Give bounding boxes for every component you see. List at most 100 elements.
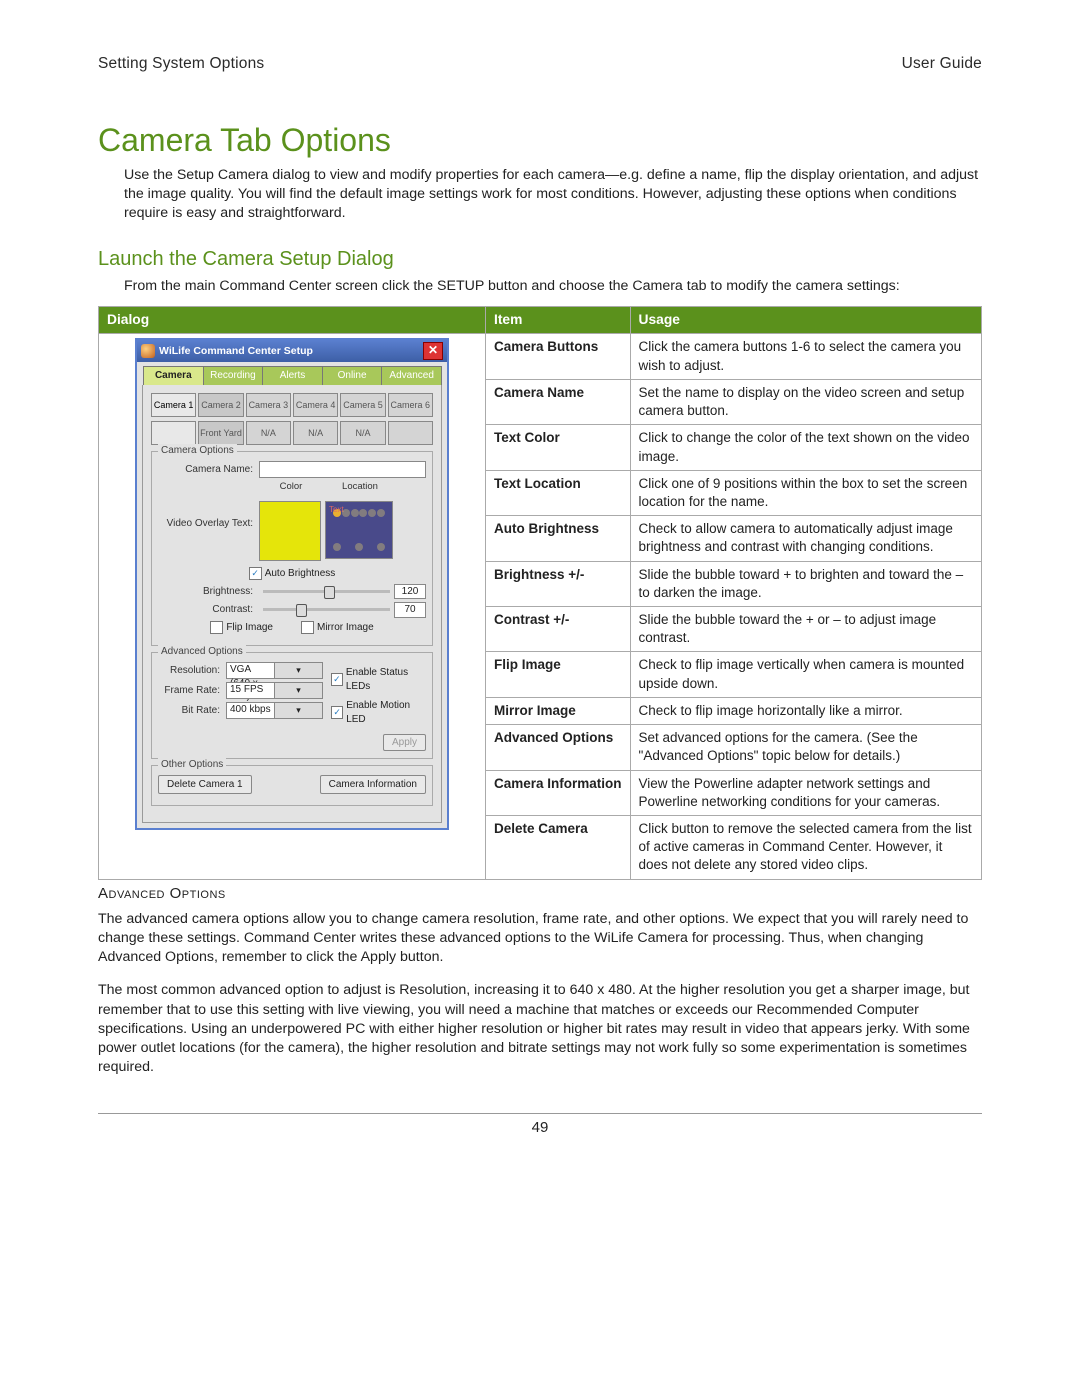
table-row: Check to flip image horizontally like a … xyxy=(630,697,981,724)
table-row: Click button to remove the selected came… xyxy=(630,816,981,880)
table-row: Slide the bubble toward + to brighten an… xyxy=(630,561,981,606)
delete-camera-button[interactable]: Delete Camera 1 xyxy=(158,775,252,795)
table-row: Flip Image xyxy=(486,652,631,697)
header-left: Setting System Options xyxy=(98,54,264,75)
auto-brightness-check[interactable]: ✓ Auto Brightness xyxy=(249,567,336,581)
camera-name-label: Camera Name: xyxy=(158,463,259,477)
reference-table: Dialog Item Usage WiLife Command Center … xyxy=(98,306,982,880)
table-row: Text Location xyxy=(486,470,631,515)
th-item: Item xyxy=(486,306,631,334)
framerate-label: Frame Rate: xyxy=(158,684,226,698)
overlay-text-label: Video Overlay Text: xyxy=(158,497,259,531)
camera-options-legend: Camera Options xyxy=(158,444,237,458)
table-row: Slide the bubble toward the + or – to ad… xyxy=(630,607,981,652)
text-color-picker[interactable] xyxy=(259,501,321,561)
launch-paragraph: From the main Command Center screen clic… xyxy=(124,277,982,296)
contrast-slider[interactable] xyxy=(263,608,390,611)
camera-btn-3[interactable]: Camera 3 xyxy=(246,393,291,417)
enable-motion-led-label: Enable Motion LED xyxy=(346,699,426,726)
chevron-down-icon: ▾ xyxy=(274,683,322,698)
table-row: Text Color xyxy=(486,425,631,470)
chevron-down-icon: ▾ xyxy=(274,703,322,718)
table-row: Click one of 9 positions within the box … xyxy=(630,470,981,515)
camera-sub-2: Front Yard xyxy=(198,421,243,445)
table-row: Set advanced options for the camera. (Se… xyxy=(630,725,981,770)
bitrate-label: Bit Rate: xyxy=(158,704,226,718)
tab-camera[interactable]: Camera xyxy=(143,366,204,385)
camera-sub-6 xyxy=(388,421,433,445)
mirror-image-check[interactable]: Mirror Image xyxy=(301,621,374,635)
other-options-fieldset: Other Options Delete Camera 1 Camera Inf… xyxy=(151,765,433,807)
camera-btn-6[interactable]: Camera 6 xyxy=(388,393,433,417)
contrast-label: Contrast: xyxy=(158,603,259,617)
checkbox-icon xyxy=(210,621,223,634)
checkbox-icon: ✓ xyxy=(331,706,343,719)
advanced-options-p1: The advanced camera options allow you to… xyxy=(98,910,982,968)
camera-sub-1 xyxy=(151,421,196,445)
checkbox-icon: ✓ xyxy=(331,673,343,686)
table-row: Contrast +/- xyxy=(486,607,631,652)
location-header: Location xyxy=(324,481,396,494)
enable-status-leds-check[interactable]: ✓Enable Status LEDs xyxy=(331,666,426,693)
contrast-value: 70 xyxy=(394,602,426,618)
bitrate-dropdown[interactable]: 400 kbps▾ xyxy=(226,702,323,719)
table-row: Check to flip image vertically when came… xyxy=(630,652,981,697)
camera-btn-5[interactable]: Camera 5 xyxy=(340,393,385,417)
tab-recording[interactable]: Recording xyxy=(203,366,264,385)
table-row: Camera Name xyxy=(486,379,631,424)
auto-brightness-label: Auto Brightness xyxy=(265,567,336,581)
th-dialog: Dialog xyxy=(99,306,486,334)
dialog-titlebar: WiLife Command Center Setup ✕ xyxy=(137,340,447,362)
table-row: Delete Camera xyxy=(486,816,631,880)
close-icon[interactable]: ✕ xyxy=(423,342,443,360)
advanced-options-p2: The most common advanced option to adjus… xyxy=(98,981,982,1077)
page-title: Camera Tab Options xyxy=(98,119,982,162)
table-row: Set the name to display on the video scr… xyxy=(630,379,981,424)
camera-options-fieldset: Camera Options Camera Name: Color Locati… xyxy=(151,451,433,646)
apply-button[interactable]: Apply xyxy=(383,734,426,751)
section-launch-title: Launch the Camera Setup Dialog xyxy=(98,246,982,273)
dialog-window: WiLife Command Center Setup ✕ Camera Rec… xyxy=(135,338,449,830)
page-number: 49 xyxy=(532,1119,549,1136)
camera-sub-5: N/A xyxy=(340,421,385,445)
tab-alerts[interactable]: Alerts xyxy=(262,366,323,385)
tab-online[interactable]: Online xyxy=(322,366,383,385)
color-header: Color xyxy=(258,481,324,494)
table-row: View the Powerline adapter network setti… xyxy=(630,770,981,815)
header-right: User Guide xyxy=(902,54,982,75)
intro-paragraph: Use the Setup Camera dialog to view and … xyxy=(124,166,982,224)
advanced-options-fieldset: Advanced Options Resolution: VGA (640 x … xyxy=(151,652,433,759)
chevron-down-icon: ▾ xyxy=(274,663,322,678)
framerate-dropdown[interactable]: 15 FPS▾ xyxy=(226,682,323,699)
flip-image-check[interactable]: Flip Image xyxy=(210,621,273,635)
th-usage: Usage xyxy=(630,306,981,334)
camera-btn-1[interactable]: Camera 1 xyxy=(151,393,196,417)
camera-sub-4: N/A xyxy=(293,421,338,445)
table-row: Brightness +/- xyxy=(486,561,631,606)
checkbox-icon xyxy=(301,621,314,634)
brightness-label: Brightness: xyxy=(158,585,259,599)
dialog-title: WiLife Command Center Setup xyxy=(159,344,313,358)
advanced-options-heading: Advanced Options xyxy=(98,884,982,904)
camera-information-button[interactable]: Camera Information xyxy=(320,775,426,795)
text-location-picker[interactable]: Text xyxy=(325,501,393,559)
resolution-dropdown[interactable]: VGA (640 x 480)▾ xyxy=(226,662,323,679)
camera-name-input[interactable] xyxy=(259,461,426,478)
checkbox-icon: ✓ xyxy=(249,567,262,580)
resolution-label: Resolution: xyxy=(158,664,226,678)
table-row: Click the camera buttons 1-6 to select t… xyxy=(630,334,981,379)
camera-btn-2[interactable]: Camera 2 xyxy=(198,393,243,417)
camera-btn-4[interactable]: Camera 4 xyxy=(293,393,338,417)
table-row: Auto Brightness xyxy=(486,516,631,561)
brightness-slider[interactable] xyxy=(263,590,390,593)
table-row: Click to change the color of the text sh… xyxy=(630,425,981,470)
table-row: Advanced Options xyxy=(486,725,631,770)
other-options-legend: Other Options xyxy=(158,758,226,772)
table-row: Camera Buttons xyxy=(486,334,631,379)
enable-status-leds-label: Enable Status LEDs xyxy=(346,666,426,693)
mirror-image-label: Mirror Image xyxy=(317,621,374,635)
table-row: Mirror Image xyxy=(486,697,631,724)
tab-advanced[interactable]: Advanced xyxy=(381,366,442,385)
enable-motion-led-check[interactable]: ✓Enable Motion LED xyxy=(331,699,426,726)
camera-sub-3: N/A xyxy=(246,421,291,445)
